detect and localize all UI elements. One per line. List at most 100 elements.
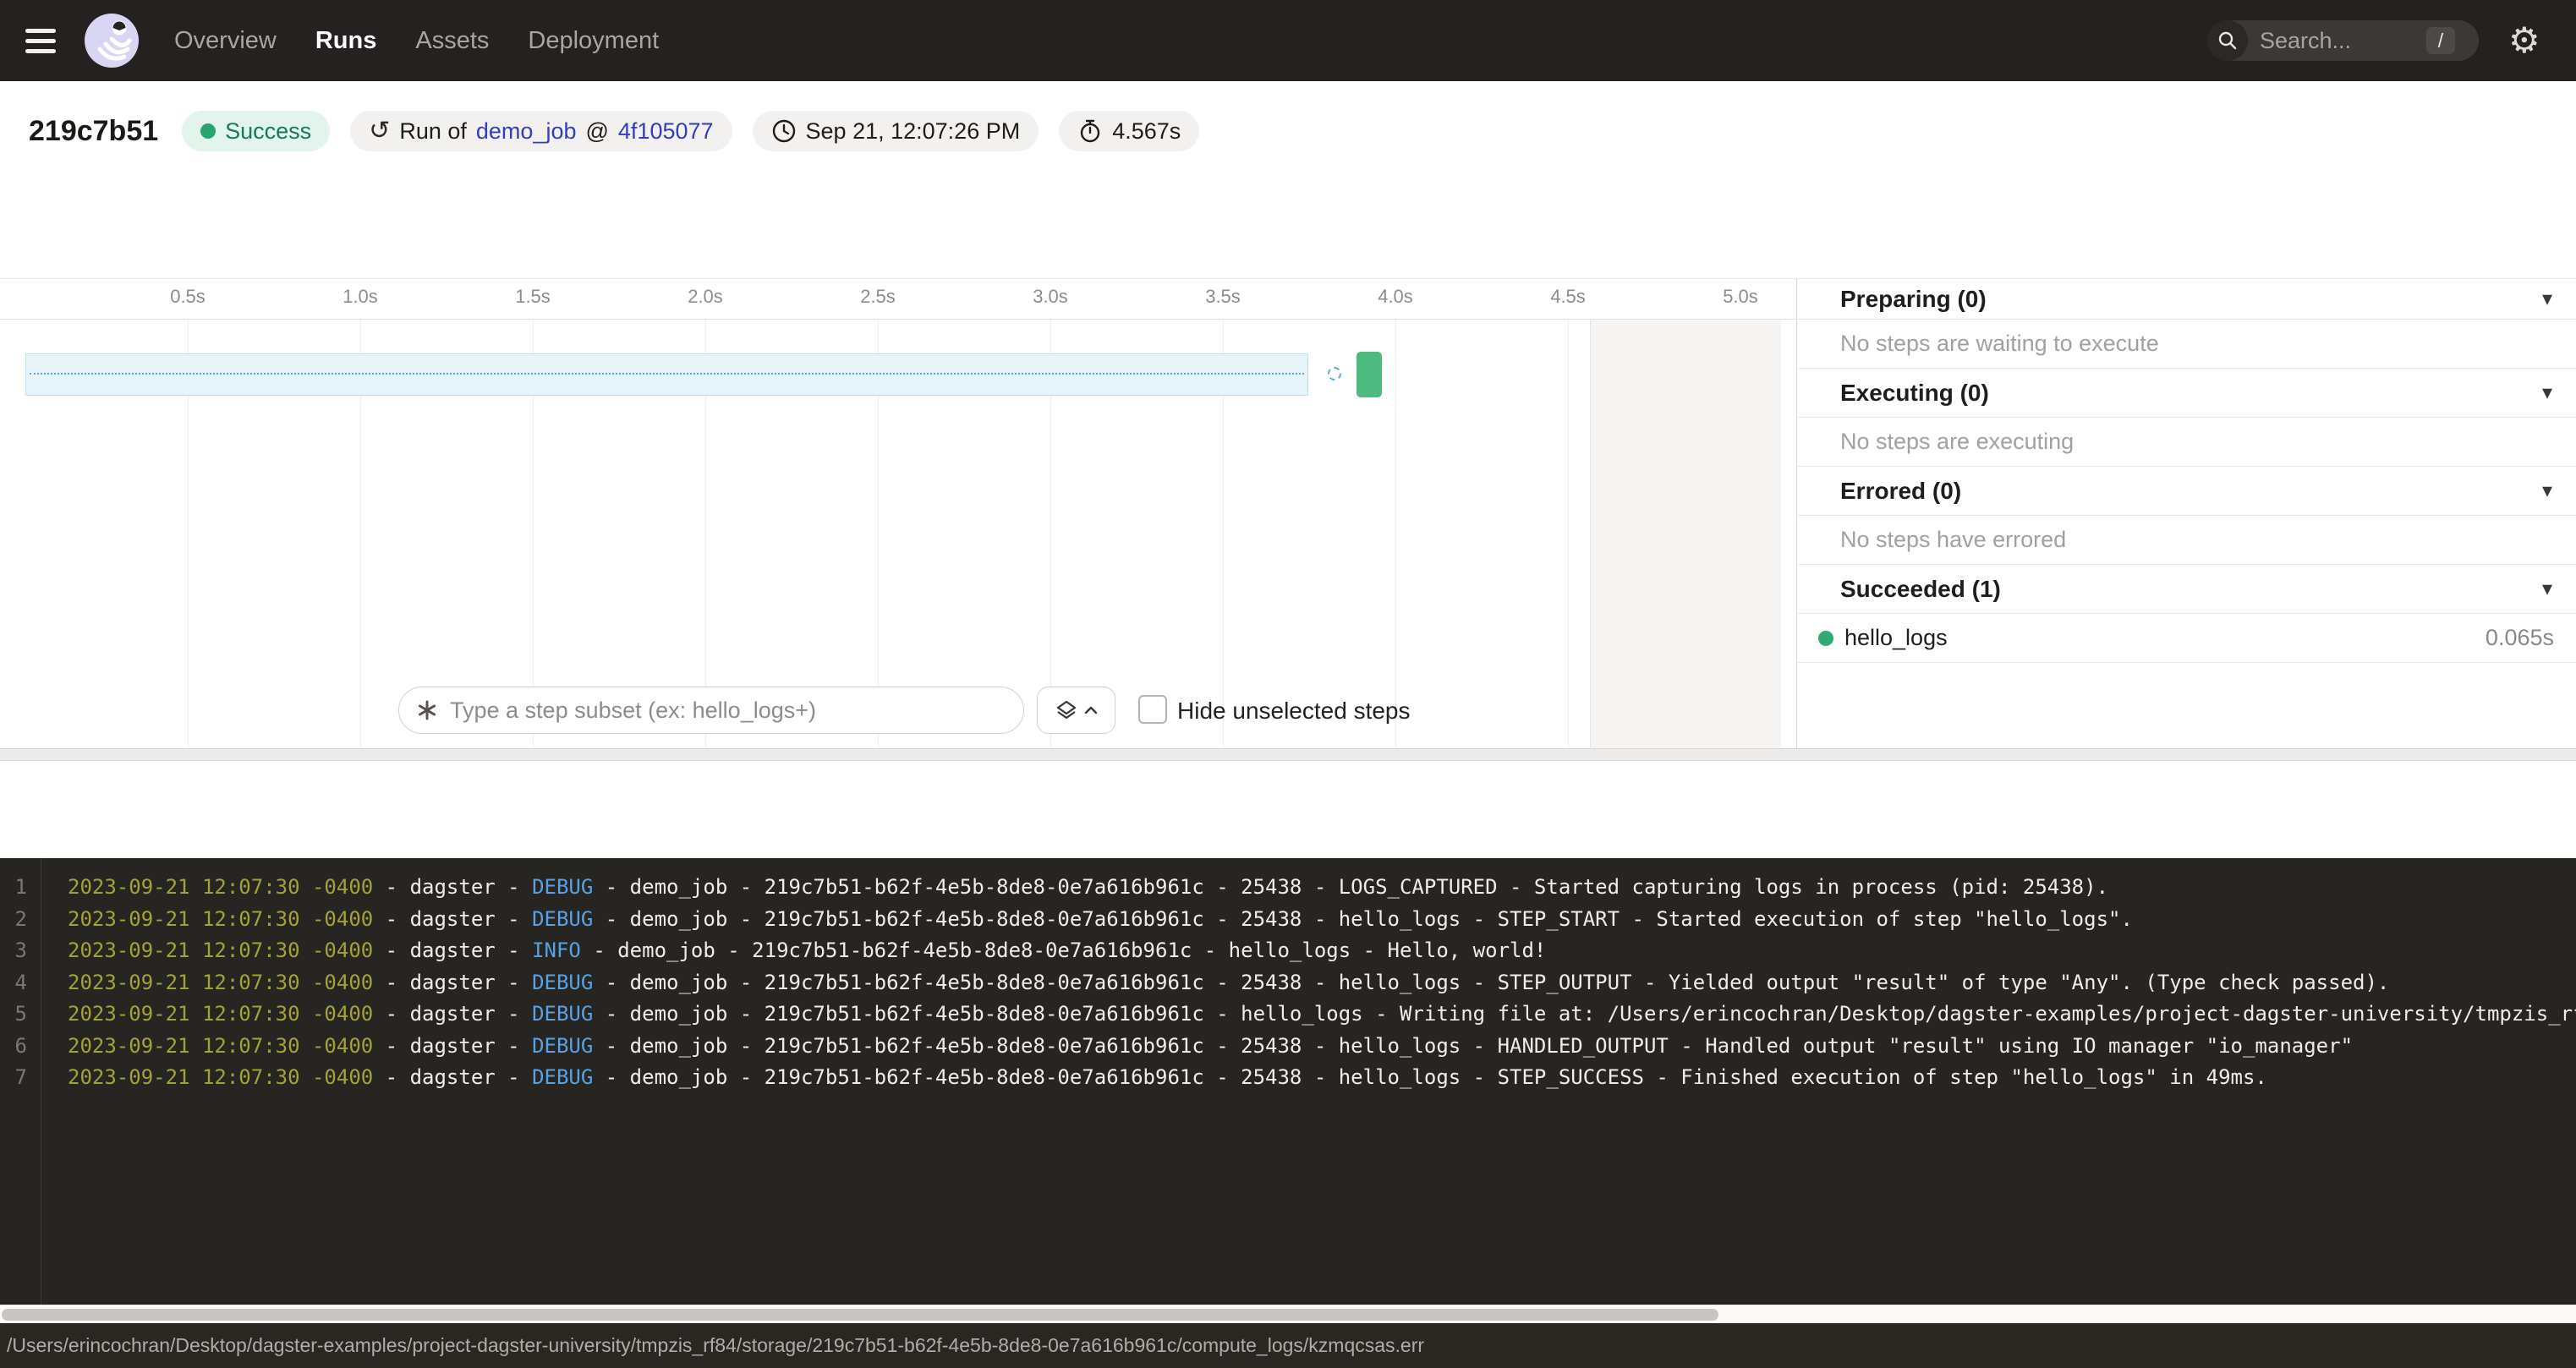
waiting-dotted-line bbox=[30, 373, 1304, 375]
step-subset-input[interactable] bbox=[450, 698, 957, 724]
log-toolbar: stdout stderr bbox=[0, 761, 2576, 858]
layers-icon bbox=[1055, 699, 1077, 721]
gantt-chart: 0.5s1.0s1.5s2.0s2.5s3.0s3.5s4.0s4.5s5.0s bbox=[0, 279, 1796, 748]
log-line: 32023-09-21 12:07:30 -0400 - dagster - I… bbox=[0, 935, 2576, 967]
step-subset-filter[interactable] bbox=[398, 687, 1024, 734]
step-success-bar[interactable] bbox=[1357, 352, 1382, 397]
log-line-number: 6 bbox=[2, 1031, 27, 1063]
axis-tick-label: 3.0s bbox=[1015, 286, 1086, 308]
commit-link[interactable]: 4f105077 bbox=[618, 118, 714, 145]
section-title: Succeeded (1) bbox=[1840, 576, 2542, 603]
step-waiting-bar bbox=[25, 353, 1308, 396]
hamburger-menu-icon[interactable] bbox=[25, 29, 56, 53]
graph-query-toggle-button[interactable] bbox=[1037, 687, 1115, 734]
axis-tick-label: 2.0s bbox=[670, 286, 741, 308]
log-line-number: 4 bbox=[2, 967, 27, 999]
step-success-dot bbox=[1818, 631, 1833, 646]
section-header[interactable]: Executing (0)▾ bbox=[1798, 369, 2576, 418]
dagster-logo-icon[interactable] bbox=[85, 14, 139, 68]
settings-gear-icon[interactable]: ⚙ bbox=[2508, 19, 2540, 63]
search-input[interactable] bbox=[2260, 28, 2403, 54]
axis-rule bbox=[0, 319, 1796, 320]
run-main-area: 0.5s1.0s1.5s2.0s2.5s3.0s3.5s4.0s4.5s5.0s bbox=[0, 279, 2576, 748]
section-collapse-caret-icon[interactable]: ▾ bbox=[2542, 380, 2552, 405]
axis-gridline bbox=[1395, 320, 1396, 748]
status-label: Success bbox=[225, 118, 311, 145]
section-header[interactable]: Succeeded (1)▾ bbox=[1798, 565, 2576, 614]
log-level: DEBUG bbox=[532, 1065, 593, 1089]
raw-log-viewer[interactable]: 1 2023-09-21 12:07:30 -0400 - dagster - D… bbox=[0, 858, 2576, 1305]
axis-gridline bbox=[1568, 320, 1569, 748]
section-collapse-caret-icon[interactable]: ▾ bbox=[2542, 479, 2552, 503]
axis-tick-label: 4.0s bbox=[1360, 286, 1431, 308]
run-timestamp: Sep 21, 12:07:26 PM bbox=[806, 118, 1021, 145]
stopwatch-icon bbox=[1077, 118, 1103, 144]
log-level: INFO bbox=[532, 938, 581, 962]
log-message: - demo_job - 219c7b51-b62f-4e5b-8de8-0e7… bbox=[581, 938, 1547, 962]
section-empty-message: No steps are waiting to execute bbox=[1798, 320, 2576, 369]
status-dot bbox=[200, 123, 216, 139]
axis-tick-label: 2.5s bbox=[842, 286, 913, 308]
log-file-path-bar: /Users/erincochran/Desktop/dagster-examp… bbox=[0, 1323, 2576, 1368]
log-line-number: 1 bbox=[2, 872, 27, 904]
hide-unselected-checkbox[interactable] bbox=[1138, 695, 1167, 724]
log-source: - dagster - bbox=[373, 1002, 532, 1026]
hide-unselected-label: Hide unselected steps bbox=[1177, 698, 1411, 725]
log-line: 62023-09-21 12:07:30 -0400 - dagster - D… bbox=[0, 1031, 2576, 1063]
gantt-toolbar: Hide not started steps Re-execute all (*… bbox=[0, 181, 2576, 279]
run-header: 219c7b51 Success ↺ Run of demo_job @ 4f1… bbox=[0, 81, 2576, 181]
section-header[interactable]: Preparing (0)▾ bbox=[1798, 279, 2576, 320]
log-source: - dagster - bbox=[373, 1034, 532, 1058]
scrollbar-thumb[interactable] bbox=[2, 1309, 1718, 1321]
step-start-marker bbox=[1328, 367, 1341, 380]
after-run-end-shade bbox=[1590, 320, 1781, 748]
section-collapse-caret-icon[interactable]: ▾ bbox=[2542, 287, 2552, 311]
run-of-label: Run of bbox=[399, 118, 467, 145]
section-header[interactable]: Errored (0)▾ bbox=[1798, 467, 2576, 516]
log-message: - demo_job - 219c7b51-b62f-4e5b-8de8-0e7… bbox=[593, 1065, 2267, 1089]
axis-tick-label: 1.0s bbox=[325, 286, 396, 308]
log-level: DEBUG bbox=[532, 875, 593, 899]
run-duration: 4.567s bbox=[1112, 118, 1181, 145]
axis-tick-label: 4.5s bbox=[1532, 286, 1603, 308]
horizontal-scrollbar[interactable] bbox=[0, 1305, 2576, 1323]
axis-tick-label: 0.5s bbox=[152, 286, 223, 308]
search-box[interactable]: / bbox=[2207, 20, 2479, 61]
log-line: 52023-09-21 12:07:30 -0400 - dagster - D… bbox=[0, 999, 2576, 1031]
nav-tab-deployment[interactable]: Deployment bbox=[528, 27, 659, 55]
log-source: - dagster - bbox=[373, 1065, 532, 1089]
log-line: 42023-09-21 12:07:30 -0400 - dagster - D… bbox=[0, 967, 2576, 999]
log-message: - demo_job - 219c7b51-b62f-4e5b-8de8-0e7… bbox=[593, 1034, 2353, 1058]
log-message: - demo_job - 219c7b51-b62f-4e5b-8de8-0e7… bbox=[593, 875, 2108, 899]
step-row[interactable]: hello_logs0.065s bbox=[1798, 614, 2576, 663]
chevron-up-icon bbox=[1084, 706, 1098, 714]
run-id-title: 219c7b51 bbox=[29, 115, 158, 148]
log-timestamp: 2023-09-21 12:07:30 -0400 bbox=[68, 1065, 373, 1089]
log-line-number: 5 bbox=[2, 999, 27, 1031]
horizontal-splitter[interactable] bbox=[0, 748, 2576, 761]
log-timestamp: 2023-09-21 12:07:30 -0400 bbox=[68, 875, 373, 899]
run-duration-pill: 4.567s bbox=[1059, 111, 1199, 151]
search-shortcut-key: / bbox=[2426, 27, 2455, 54]
job-link[interactable]: demo_job bbox=[476, 118, 577, 145]
panel-divider[interactable] bbox=[1796, 279, 1797, 748]
log-timestamp: 2023-09-21 12:07:30 -0400 bbox=[68, 907, 373, 931]
clock-icon bbox=[771, 118, 797, 144]
section-title: Preparing (0) bbox=[1840, 286, 2542, 313]
log-message: - demo_job - 219c7b51-b62f-4e5b-8de8-0e7… bbox=[593, 907, 2133, 931]
step-name: hello_logs bbox=[1844, 625, 2486, 651]
top-nav: Overview Runs Assets Deployment / ⚙ bbox=[0, 0, 2576, 81]
nav-tab-runs[interactable]: Runs bbox=[315, 27, 377, 55]
log-timestamp: 2023-09-21 12:07:30 -0400 bbox=[68, 1002, 373, 1026]
axis-tick-label: 5.0s bbox=[1705, 286, 1776, 308]
history-icon: ↺ bbox=[369, 118, 390, 144]
log-message: - demo_job - 219c7b51-b62f-4e5b-8de8-0e7… bbox=[593, 1002, 2576, 1026]
log-line-number: 2 bbox=[2, 904, 27, 936]
log-message: - demo_job - 219c7b51-b62f-4e5b-8de8-0e7… bbox=[593, 971, 2389, 994]
section-collapse-caret-icon[interactable]: ▾ bbox=[2542, 577, 2552, 601]
nav-tabs: Overview Runs Assets Deployment bbox=[174, 27, 659, 55]
nav-tab-overview[interactable]: Overview bbox=[174, 27, 277, 55]
nav-tab-assets[interactable]: Assets bbox=[415, 27, 489, 55]
step-duration: 0.065s bbox=[2486, 625, 2554, 651]
log-timestamp: 2023-09-21 12:07:30 -0400 bbox=[68, 938, 373, 962]
